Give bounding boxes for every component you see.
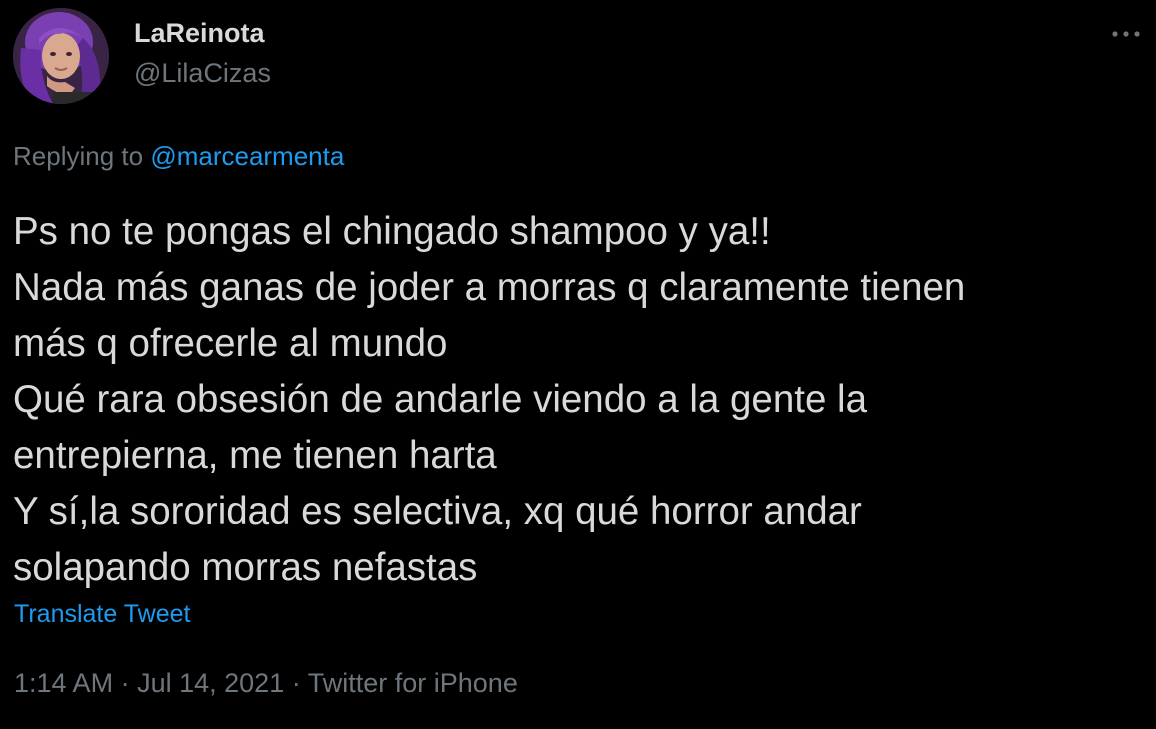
more-options-button[interactable] bbox=[1106, 16, 1146, 52]
reply-mention-link[interactable]: @marcearmenta bbox=[150, 141, 344, 171]
author-handle[interactable]: @LilaCizas bbox=[134, 58, 271, 89]
meta-separator: · bbox=[120, 668, 130, 698]
avatar-image bbox=[13, 8, 109, 104]
more-horizontal-icon bbox=[1112, 31, 1140, 37]
tweet-text-line: Qué rara obsesión de andarle viendo a la… bbox=[13, 378, 868, 421]
tweet-container: LaReinota @LilaCizas Replying to @marcea… bbox=[0, 0, 1156, 729]
tweet-date[interactable]: Jul 14, 2021 bbox=[137, 668, 284, 698]
meta-separator: · bbox=[291, 668, 301, 698]
reply-context: Replying to @marcearmenta bbox=[13, 141, 344, 172]
tweet-time[interactable]: 1:14 AM bbox=[14, 668, 113, 698]
reply-prefix: Replying to bbox=[13, 141, 144, 171]
tweet-text-line: Nada más ganas de joder a morras q clara… bbox=[13, 266, 966, 309]
tweet-metadata: 1:14 AM · Jul 14, 2021 · Twitter for iPh… bbox=[14, 668, 518, 699]
tweet-text-line: Y sí,la sororidad es selectiva, xq qué h… bbox=[13, 490, 862, 533]
tweet-text-line: más q ofrecerle al mundo bbox=[13, 322, 448, 365]
tweet-text-line: entrepierna, me tienen harta bbox=[13, 434, 497, 477]
tweet-source[interactable]: Twitter for iPhone bbox=[308, 668, 518, 698]
tweet-text-line: Ps no te pongas el chingado shampoo y ya… bbox=[13, 210, 771, 253]
tweet-text: Ps no te pongas el chingado shampoo y ya… bbox=[13, 204, 1143, 596]
tweet-text-line: solapando morras nefastas bbox=[13, 546, 478, 589]
author-display-name[interactable]: LaReinota bbox=[134, 18, 265, 49]
author-avatar[interactable] bbox=[13, 8, 109, 104]
translate-tweet-link[interactable]: Translate Tweet bbox=[14, 600, 190, 629]
